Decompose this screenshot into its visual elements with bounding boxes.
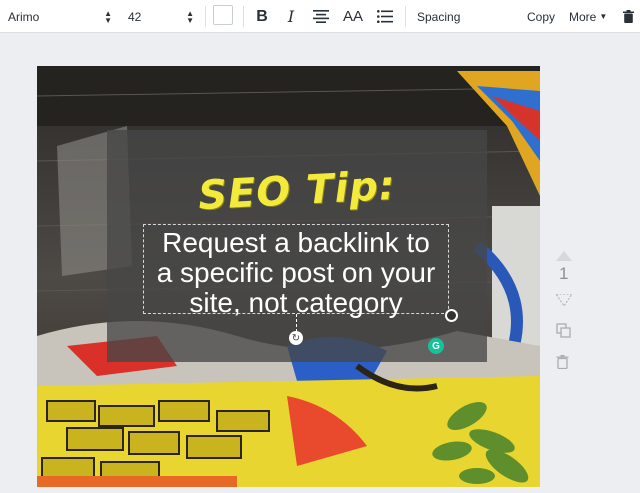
duplicate-page-button[interactable] [556,323,571,343]
font-size-value: 42 [128,9,142,24]
text-color-swatch[interactable] [213,5,233,25]
delete-button[interactable] [620,0,636,33]
caret-down-icon: ▼ [599,12,608,21]
list-button[interactable] [375,0,395,33]
text-case-icon: AA [342,8,363,25]
arrow-down-icon [554,293,574,308]
grammarly-icon: G [432,340,440,352]
trash-icon [622,10,634,23]
select-arrows-icon: ▲ ▼ [186,8,194,25]
font-family-select[interactable]: Arimo ▲ ▼ [8,0,112,33]
delete-page-button[interactable] [556,355,569,374]
align-center-icon [313,10,329,23]
tip-line-1: Request a backlink to [162,227,430,258]
resize-handle[interactable] [445,309,458,322]
copy-label: Copy [527,9,556,24]
align-center-button[interactable] [311,0,331,33]
page-number: 1 [559,264,569,283]
text-case-button[interactable]: AA [341,0,365,33]
more-label: More [569,9,597,24]
font-family-value: Arimo [8,9,40,24]
select-arrows-icon: ▲ ▼ [104,8,112,25]
copy-button[interactable]: Copy [527,0,555,33]
toolbar-divider [405,6,406,27]
tip-body-text[interactable]: Request a backlink to a specific post on… [143,228,449,318]
rotate-handle[interactable]: ↻ [289,331,303,345]
toolbar-divider [243,6,244,27]
font-size-select[interactable]: 42 ▲ ▼ [128,0,194,33]
tip-line-2: a specific post on your [156,257,436,288]
more-button[interactable]: More ▼ [569,0,607,33]
editor-toolbar: Arimo ▲ ▼ 42 ▲ ▼ B I AA Spacing Copy Mor… [0,0,640,33]
italic-button[interactable]: I [281,0,301,33]
bold-icon: B [256,7,268,25]
move-page-down-button[interactable] [554,293,574,311]
italic-icon: I [287,7,295,26]
duplicate-icon [556,323,571,338]
trash-icon [556,355,569,370]
rotate-connector [296,314,297,332]
spacing-button[interactable]: Spacing [417,0,460,33]
list-icon [377,10,393,23]
toolbar-divider [205,6,206,27]
bold-button[interactable]: B [252,0,272,33]
grammarly-button[interactable]: G [428,338,444,354]
spacing-label: Spacing [417,9,461,24]
rotate-icon: ↻ [291,332,301,344]
arrow-up-icon [556,251,572,261]
